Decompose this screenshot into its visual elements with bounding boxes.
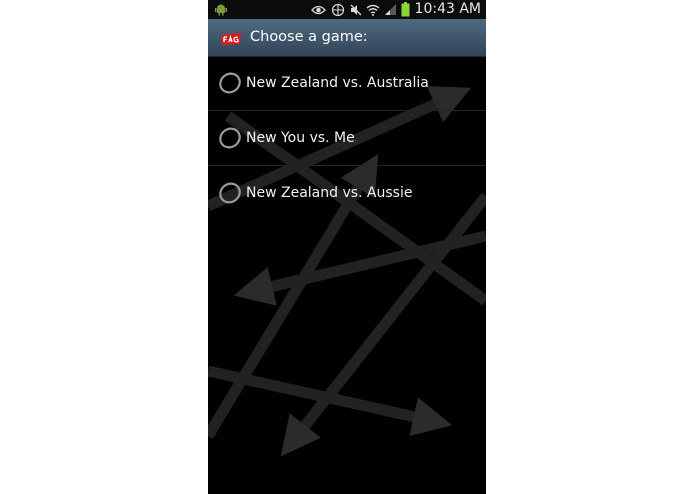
status-bar: 10:43 AM bbox=[208, 0, 486, 19]
signal-icon bbox=[385, 4, 396, 15]
radio-button-unselected-icon[interactable] bbox=[218, 181, 242, 205]
status-clock: 10:43 AM bbox=[414, 1, 481, 17]
page-title: Choose a game: bbox=[250, 29, 368, 45]
mute-icon bbox=[350, 4, 362, 15]
eye-icon bbox=[311, 5, 326, 14]
phone-screen: 10:43 AM Choose a game: New Zealand vs. … bbox=[208, 0, 486, 494]
status-icons bbox=[311, 2, 410, 17]
list-item[interactable]: New You vs. Me bbox=[208, 111, 486, 166]
battery-icon bbox=[401, 2, 410, 17]
title-bar: Choose a game: bbox=[208, 19, 486, 57]
wifi-icon bbox=[366, 4, 380, 16]
game-label: New Zealand vs. Australia bbox=[246, 75, 429, 91]
app-logo-icon bbox=[221, 33, 241, 45]
list-item[interactable]: New Zealand vs. Aussie bbox=[208, 166, 486, 220]
radio-button-unselected-icon[interactable] bbox=[218, 71, 242, 95]
data-sync-icon bbox=[331, 3, 345, 16]
game-list: New Zealand vs. Australia New You vs. Me… bbox=[208, 56, 486, 220]
list-item[interactable]: New Zealand vs. Australia bbox=[208, 56, 486, 111]
game-label: New Zealand vs. Aussie bbox=[246, 185, 413, 201]
radio-button-unselected-icon[interactable] bbox=[218, 126, 242, 150]
android-debug-icon bbox=[215, 4, 227, 16]
game-label: New You vs. Me bbox=[246, 130, 355, 146]
